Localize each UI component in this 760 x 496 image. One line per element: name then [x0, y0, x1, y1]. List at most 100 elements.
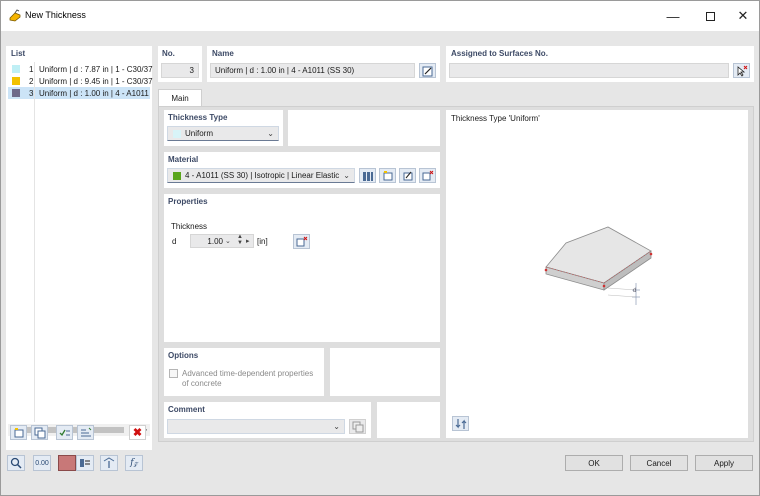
copy-icon: [34, 427, 45, 438]
delete-item-button[interactable]: ✖: [129, 425, 146, 440]
new-item-icon: [14, 427, 23, 437]
name-field[interactable]: Uniform | d : 1.00 in | 4 - A1011 (SS 30…: [210, 63, 415, 78]
thickness-value: 1.00: [207, 236, 223, 246]
edit-icon: [422, 66, 432, 76]
transfer-icon: [455, 418, 466, 429]
material-panel: Material 4 - A1011 (SS 30) | Isotropic |…: [164, 152, 440, 188]
color-button[interactable]: [58, 455, 76, 471]
check-items-button[interactable]: [56, 425, 73, 440]
material-info-button[interactable]: [419, 168, 436, 183]
list-panel: List 1 Uniform | d : 7.87 in | 1 - C30/37…: [6, 46, 153, 450]
maximize-icon: [705, 11, 715, 21]
list-item[interactable]: 3 Uniform | d : 1.00 in | 4 - A1011: [12, 87, 149, 99]
edit-name-button[interactable]: [419, 63, 436, 78]
info-icon: [103, 457, 115, 468]
info-button[interactable]: [100, 455, 118, 471]
options-label: Options: [168, 351, 199, 360]
thickness-value-input[interactable]: 1.00: [190, 234, 254, 248]
number-label: No.: [162, 49, 175, 58]
search-button[interactable]: [7, 455, 25, 471]
dimension-label: d: [633, 288, 637, 294]
cancel-button[interactable]: Cancel: [630, 455, 688, 471]
ok-button[interactable]: OK: [565, 455, 623, 471]
function-icon: f𝓏: [130, 458, 138, 468]
dialog-content: List 1 Uniform | d : 7.87 in | 1 - C30/37…: [1, 31, 759, 495]
name-panel: Name Uniform | d : 1.00 in | 4 - A1011 (…: [207, 46, 440, 82]
list-divider: [34, 62, 35, 422]
title-bar: New Thickness — ✕: [1, 1, 759, 31]
sort-items-button[interactable]: [77, 425, 94, 440]
properties-panel: Properties Thickness d 1.00 ⌄ ▲ ▼ ▸ [in]: [164, 194, 440, 342]
close-button[interactable]: ✕: [726, 1, 759, 31]
list-item-number: 1: [29, 64, 34, 74]
tab-main[interactable]: Main: [158, 89, 202, 107]
thickness-type-label: Thickness Type: [168, 113, 228, 122]
sort-icon: [80, 427, 91, 436]
copy-item-button[interactable]: [31, 425, 48, 440]
preview-options-button[interactable]: [452, 416, 469, 431]
assigned-surfaces-field[interactable]: [449, 63, 729, 78]
thickness-label: Thickness: [171, 222, 208, 231]
new-material-button[interactable]: [379, 168, 396, 183]
thickness-type-select[interactable]: Uniform ⌄: [167, 126, 279, 141]
comment-panel: Comment ⌄: [164, 402, 371, 438]
info-pick-icon: [422, 170, 433, 180]
window-title: New Thickness: [25, 10, 86, 20]
list-item-text: Uniform | d : 9.45 in | 1 - C30/37: [39, 76, 153, 86]
material-library-button[interactable]: [359, 168, 376, 183]
apply-button[interactable]: Apply: [695, 455, 753, 471]
uniform-thickness-illustration: [544, 226, 653, 305]
edit-material-button[interactable]: [399, 168, 416, 183]
material-value: 4 - A1011 (SS 30) | Isotropic | Linear E…: [185, 171, 340, 180]
comment-edit-button[interactable]: [349, 419, 366, 434]
list-item-color-swatch: [12, 77, 20, 85]
maximize-button[interactable]: [693, 1, 727, 31]
material-select[interactable]: 4 - A1011 (SS 30) | Isotropic | Linear E…: [167, 168, 355, 183]
display-icon: [80, 459, 90, 467]
new-item-button[interactable]: [10, 425, 27, 440]
material-swatch: [173, 171, 181, 180]
list-item-text: Uniform | d : 1.00 in | 4 - A1011: [39, 88, 149, 98]
search-icon: [10, 457, 22, 469]
material-label: Material: [168, 155, 199, 164]
list-item-number: 3: [29, 88, 34, 98]
thickness-type-swatch: [173, 129, 181, 138]
close-icon: ✕: [737, 8, 749, 23]
name-label: Name: [212, 49, 234, 58]
assigned-surfaces-panel: Assigned to Surfaces No.: [446, 46, 754, 82]
time-dependent-checkbox[interactable]: [169, 369, 178, 378]
spinner-icon[interactable]: ▲ ▼: [237, 234, 243, 246]
thickness-type-value: Uniform: [185, 129, 214, 138]
chevron-down-icon: ⌄: [267, 129, 274, 138]
chevron-down-icon: ⌄: [333, 422, 340, 431]
minimize-button[interactable]: —: [656, 1, 690, 31]
delete-icon: ✖: [132, 427, 143, 439]
properties-label: Properties: [168, 197, 208, 206]
list-item-number: 2: [29, 76, 34, 86]
thickness-param-label: d: [172, 237, 177, 246]
formula-button[interactable]: f𝓏: [125, 455, 143, 471]
decimal-places-button[interactable]: 0.00: [33, 455, 51, 471]
comment-label: Comment: [168, 405, 205, 414]
time-dependent-label: Advanced time-dependent properties of co…: [182, 369, 314, 388]
edit-icon: [403, 171, 412, 180]
select-surfaces-button[interactable]: [733, 63, 750, 78]
play-arrow-icon[interactable]: ▸: [246, 237, 250, 245]
list-item[interactable]: 2 Uniform | d : 9.45 in | 1 - C30/37: [12, 75, 153, 87]
chevron-down-icon: ⌄: [343, 171, 350, 180]
number-field[interactable]: 3: [161, 63, 199, 78]
pick-cursor-icon: [737, 65, 747, 77]
assigned-surfaces-label: Assigned to Surfaces No.: [451, 49, 548, 58]
comment-extra-panel: [377, 402, 440, 438]
thickness-pick-button[interactable]: [293, 234, 310, 249]
thickness-type-extra-panel: [288, 110, 440, 146]
list-item[interactable]: 1 Uniform | d : 7.87 in | 1 - C30/37: [12, 63, 153, 75]
thickness-dropdown-icon[interactable]: ⌄: [225, 237, 231, 245]
checklist-icon: [59, 429, 70, 436]
options-extra-panel: [330, 348, 440, 396]
new-item-icon: [383, 170, 392, 180]
decimal-places-icon: 0.00: [35, 459, 49, 467]
list-label: List: [11, 49, 26, 58]
display-button[interactable]: [76, 455, 94, 471]
comment-input[interactable]: ⌄: [167, 419, 345, 434]
